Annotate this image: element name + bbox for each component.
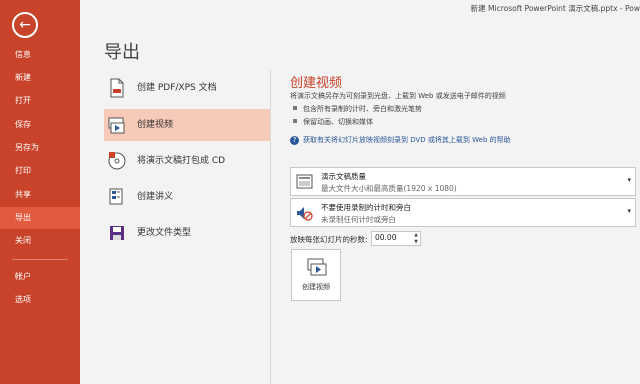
save-file-icon (110, 226, 124, 240)
option-create-pdf[interactable]: 创建 PDF/XPS 文档 (104, 72, 270, 104)
create-video-label: 创建视频 (302, 283, 330, 291)
dropdown-arrow-icon: ▾ (627, 207, 631, 215)
quality-title: 演示文稿质量 (321, 172, 366, 181)
quality-subtitle: 最大文件大小和最高质量(1920 x 1080) (321, 184, 457, 193)
seconds-spinner[interactable]: 00.00 ▲ ▼ (371, 231, 421, 246)
sidebar-item-export[interactable]: 导出 (0, 207, 80, 229)
spin-down-icon[interactable]: ▼ (414, 239, 418, 245)
pdf-document-icon (110, 78, 124, 98)
sidebar-item-save-as[interactable]: 另存为 (0, 137, 80, 159)
cd-icon (108, 152, 126, 170)
backstage-sidebar: ← 信息 新建 打开 保存 另存为 打印 共享 导出 关闭 帐户 选项 (0, 0, 80, 384)
help-icon: ? (290, 136, 299, 145)
handout-icon (109, 188, 123, 205)
sidebar-item-share[interactable]: 共享 (0, 184, 80, 206)
video-icon (108, 117, 125, 134)
timings-subtitle: 未录制任何计时或旁白 (321, 215, 396, 224)
option-label: 创建视频 (137, 120, 174, 130)
presentation-quality-icon (296, 174, 313, 189)
bullet-item: 保留动画、切换和媒体 (293, 117, 373, 127)
sidebar-item-account[interactable]: 帐户 (0, 266, 80, 288)
section-description: 将演示文稿另存为可刻录到光盘、上载到 Web 或发送电子邮件的视频 (290, 92, 506, 100)
option-create-handouts[interactable]: 创建讲义 (104, 181, 270, 213)
section-title: 创建视频 (290, 76, 343, 91)
option-create-video[interactable]: 创建视频 (104, 109, 270, 141)
speaker-timing-icon (297, 207, 313, 221)
help-link[interactable]: ? 获取有关将幻灯片放映视频刻录到 DVD 或将其上载到 Web 的帮助 (290, 135, 511, 145)
panel-divider (270, 70, 271, 384)
option-change-file-type[interactable]: 更改文件类型 (104, 217, 270, 249)
video-icon (307, 258, 327, 276)
dropdown-arrow-icon: ▾ (627, 176, 631, 184)
bullet-item: 包含所有录制的计时、旁白和激光笔势 (293, 104, 422, 114)
timings-dropdown[interactable]: 不要使用录制的计时和旁白 未录制任何计时或旁白 ▾ (290, 198, 636, 227)
sidebar-item-print[interactable]: 打印 (0, 160, 80, 182)
sidebar-item-new[interactable]: 新建 (0, 67, 80, 89)
sidebar-item-open[interactable]: 打开 (0, 90, 80, 112)
back-button[interactable]: ← (12, 12, 38, 38)
seconds-label: 放映每张幻灯片的秒数: (290, 235, 368, 244)
sidebar-item-save[interactable]: 保存 (0, 114, 80, 136)
option-label: 创建 PDF/XPS 文档 (137, 83, 217, 93)
window-title: 新建 Microsoft PowerPoint 演示文稿.pptx - Pow (470, 4, 640, 13)
arrow-left-icon: ← (19, 17, 31, 33)
create-video-button[interactable]: 创建视频 (291, 249, 341, 301)
option-label: 更改文件类型 (137, 228, 192, 238)
option-label: 将演示文稿打包成 CD (137, 156, 226, 166)
spin-up-icon[interactable]: ▲ (414, 232, 418, 238)
sidebar-item-info[interactable]: 信息 (0, 44, 80, 66)
page-title: 导出 (104, 42, 140, 63)
quality-dropdown[interactable]: 演示文稿质量 最大文件大小和最高质量(1920 x 1080) ▾ (290, 167, 636, 196)
timings-title: 不要使用录制的计时和旁白 (321, 203, 411, 212)
sidebar-item-options[interactable]: 选项 (0, 289, 80, 311)
sidebar-divider (12, 259, 68, 260)
option-package-cd[interactable]: 将演示文稿打包成 CD (104, 145, 270, 177)
sidebar-item-close[interactable]: 关闭 (0, 230, 80, 252)
option-label: 创建讲义 (137, 192, 174, 202)
seconds-value: 00.00 (375, 233, 397, 242)
